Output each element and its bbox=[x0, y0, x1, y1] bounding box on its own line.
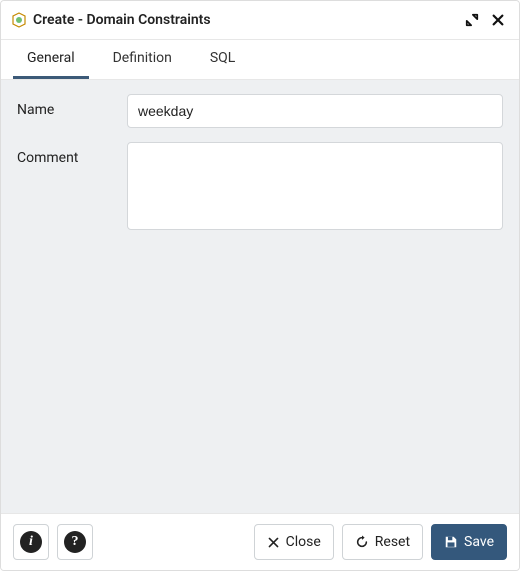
window-title: Create - Domain Constraints bbox=[33, 12, 211, 28]
info-button[interactable]: i bbox=[13, 524, 49, 560]
comment-label: Comment bbox=[17, 142, 127, 166]
close-button-label: Close bbox=[286, 534, 321, 550]
close-button[interactable]: Close bbox=[254, 524, 334, 560]
reset-button[interactable]: Reset bbox=[342, 524, 423, 560]
tab-definition[interactable]: Definition bbox=[99, 40, 186, 79]
tab-sql[interactable]: SQL bbox=[196, 40, 249, 79]
titlebar: Create - Domain Constraints bbox=[1, 1, 519, 40]
tab-label: SQL bbox=[210, 50, 235, 66]
help-button[interactable]: ? bbox=[57, 524, 93, 560]
footer: i ? Close Reset bbox=[1, 513, 519, 570]
tab-label: Definition bbox=[113, 50, 172, 66]
reset-button-label: Reset bbox=[375, 534, 410, 550]
form-row-name: Name bbox=[17, 94, 503, 128]
help-icon: ? bbox=[64, 531, 86, 553]
domain-constraint-icon bbox=[11, 12, 27, 28]
close-icon bbox=[267, 536, 280, 549]
save-button[interactable]: Save bbox=[431, 524, 507, 560]
dialog: Create - Domain Constraints General Defi… bbox=[0, 0, 520, 571]
info-icon: i bbox=[20, 531, 42, 553]
name-label: Name bbox=[17, 94, 127, 118]
tab-label: General bbox=[27, 50, 75, 66]
maximize-button[interactable] bbox=[461, 9, 483, 31]
tabs: General Definition SQL bbox=[1, 40, 519, 80]
name-input[interactable] bbox=[127, 94, 503, 128]
save-icon bbox=[444, 535, 458, 549]
tab-general[interactable]: General bbox=[13, 40, 89, 79]
dialog-body: Name Comment bbox=[1, 80, 519, 513]
form-row-comment: Comment bbox=[17, 142, 503, 234]
comment-input[interactable] bbox=[127, 142, 503, 230]
reset-icon bbox=[355, 535, 369, 549]
close-window-button[interactable] bbox=[487, 9, 509, 31]
save-button-label: Save bbox=[464, 534, 494, 550]
